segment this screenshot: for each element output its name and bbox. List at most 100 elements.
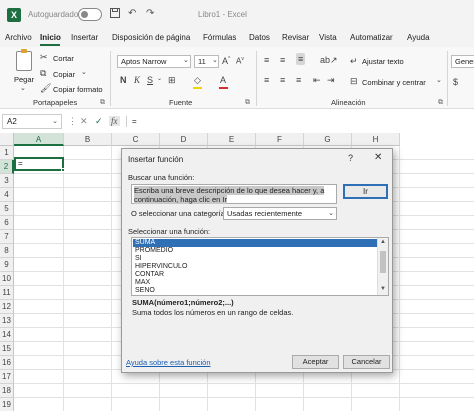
- scroll-down-icon[interactable]: ▼: [380, 286, 386, 292]
- function-list[interactable]: SUMA PROMEDIO SI HIPERVINCULO CONTAR MAX SENO …: [131, 237, 389, 296]
- tab-automatizar[interactable]: Automatizar: [350, 33, 393, 42]
- tab-insertar[interactable]: Insertar: [71, 33, 98, 42]
- paste-icon[interactable]: [16, 49, 32, 71]
- row-header-17[interactable]: 17: [0, 370, 14, 384]
- copy-button[interactable]: Copiar: [53, 70, 75, 79]
- chevron-down-icon[interactable]: ⌄: [183, 56, 189, 64]
- expand-icon[interactable]: ⧉: [245, 99, 250, 107]
- row-header-7[interactable]: 7: [0, 230, 14, 244]
- currency-icon[interactable]: $: [453, 77, 458, 87]
- decrease-font-icon[interactable]: Av: [236, 56, 244, 66]
- tab-formulas[interactable]: Fórmulas: [203, 33, 236, 42]
- align-center-icon[interactable]: ≡: [280, 75, 285, 85]
- tab-disposicion[interactable]: Disposición de página: [112, 33, 190, 42]
- row-header-15[interactable]: 15: [0, 342, 14, 356]
- fill-color-icon[interactable]: ◇: [194, 75, 201, 86]
- row-header-5[interactable]: 5: [0, 202, 14, 216]
- chevron-down-icon[interactable]: ⌄: [52, 115, 58, 128]
- function-item-hipervinculo[interactable]: HIPERVINCULO: [133, 263, 377, 271]
- function-item-seno[interactable]: SENO: [133, 287, 377, 295]
- row-header-12[interactable]: 12: [0, 300, 14, 314]
- name-box[interactable]: A2 ⌄: [2, 114, 62, 129]
- row-header-8[interactable]: 8: [0, 244, 14, 258]
- row-header-14[interactable]: 14: [0, 328, 14, 342]
- fx-icon[interactable]: fx: [109, 116, 120, 126]
- select-all-corner[interactable]: [0, 133, 14, 146]
- tab-revisar[interactable]: Revisar: [282, 33, 309, 42]
- help-icon[interactable]: ?: [348, 153, 353, 163]
- decrease-indent-icon[interactable]: ⇤: [313, 75, 321, 86]
- fill-handle[interactable]: [61, 168, 65, 172]
- category-select[interactable]: Usadas recientemente ⌄: [223, 207, 337, 220]
- chevron-down-icon[interactable]: ⌄: [157, 75, 162, 82]
- row-header-11[interactable]: 11: [0, 286, 14, 300]
- row-header-18[interactable]: 18: [0, 384, 14, 398]
- function-item-suma[interactable]: SUMA: [133, 239, 377, 247]
- function-item-promedio[interactable]: PROMEDIO: [133, 247, 377, 255]
- formula-input[interactable]: =: [128, 114, 474, 129]
- merge-icon[interactable]: ⊟: [350, 76, 358, 87]
- orientation-icon[interactable]: ab↗: [320, 55, 338, 66]
- row-header-9[interactable]: 9: [0, 258, 14, 272]
- cancel-button[interactable]: Cancelar: [343, 355, 390, 369]
- column-header-h[interactable]: H: [352, 133, 400, 146]
- bold-icon[interactable]: N: [120, 75, 127, 85]
- italic-icon[interactable]: K: [134, 75, 140, 85]
- active-cell-a2[interactable]: =: [14, 157, 65, 172]
- cancel-icon[interactable]: ✕: [80, 116, 88, 127]
- chevron-down-icon[interactable]: ⌄: [20, 84, 26, 92]
- close-icon[interactable]: ✕: [374, 152, 382, 163]
- row-header-1[interactable]: 1: [0, 146, 14, 160]
- column-header-b[interactable]: B: [64, 133, 112, 146]
- search-input[interactable]: Escriba una breve descripción de lo que …: [131, 184, 337, 204]
- align-top-icon[interactable]: ≡: [264, 55, 269, 65]
- increase-font-icon[interactable]: A^: [222, 56, 230, 66]
- ok-button[interactable]: Aceptar: [292, 355, 339, 369]
- function-item-contar[interactable]: CONTAR: [133, 271, 377, 279]
- merge-center-button[interactable]: Combinar y centrar: [362, 78, 426, 87]
- function-list-scrollbar[interactable]: ▲ ▼: [377, 238, 388, 295]
- function-item-si[interactable]: SI: [133, 255, 377, 263]
- row-header-13[interactable]: 13: [0, 314, 14, 328]
- row-header-3[interactable]: 3: [0, 174, 14, 188]
- undo-icon[interactable]: ↶: [128, 8, 136, 19]
- number-format-select[interactable]: Genera: [451, 55, 474, 68]
- redo-icon[interactable]: ↷: [146, 8, 154, 19]
- wrap-text-icon[interactable]: ↵: [350, 56, 358, 67]
- tab-inicio[interactable]: Inicio: [40, 33, 61, 42]
- column-header-c[interactable]: C: [112, 133, 160, 146]
- align-left-icon[interactable]: ≡: [264, 75, 269, 85]
- copy-icon[interactable]: ⧉: [40, 68, 46, 79]
- row-header-6[interactable]: 6: [0, 216, 14, 230]
- tab-ayuda[interactable]: Ayuda: [407, 33, 430, 42]
- tab-vista[interactable]: Vista: [319, 33, 337, 42]
- row-header-2[interactable]: 2: [0, 160, 14, 174]
- expand-icon[interactable]: ⧉: [438, 99, 443, 107]
- column-header-d[interactable]: D: [160, 133, 208, 146]
- column-header-a[interactable]: A: [14, 133, 64, 146]
- font-color-icon[interactable]: A: [220, 75, 226, 85]
- function-item-max[interactable]: MAX: [133, 279, 377, 287]
- column-header-f[interactable]: F: [256, 133, 304, 146]
- brush-icon[interactable]: 🖌: [40, 83, 51, 94]
- align-right-icon[interactable]: ≡: [296, 75, 301, 85]
- align-middle-icon[interactable]: ≡: [280, 55, 285, 65]
- scroll-up-icon[interactable]: ▲: [380, 239, 386, 245]
- font-name-select[interactable]: Aptos Narrow: [117, 55, 191, 68]
- chevron-down-icon[interactable]: ⌄: [81, 68, 87, 76]
- underline-icon[interactable]: S: [147, 75, 153, 85]
- scroll-thumb[interactable]: [380, 251, 386, 273]
- help-link[interactable]: Ayuda sobre esta función: [126, 358, 211, 367]
- enter-icon[interactable]: ✓: [95, 116, 103, 127]
- tab-datos[interactable]: Datos: [249, 33, 270, 42]
- increase-indent-icon[interactable]: ⇥: [327, 75, 335, 86]
- row-header-19[interactable]: 19: [0, 398, 14, 411]
- row-header-16[interactable]: 16: [0, 356, 14, 370]
- wrap-text-button[interactable]: Ajustar texto: [362, 57, 404, 66]
- column-header-e[interactable]: E: [208, 133, 256, 146]
- cut-button[interactable]: Cortar: [53, 54, 74, 63]
- format-painter-button[interactable]: Copiar formato: [53, 85, 103, 94]
- go-button[interactable]: Ir: [343, 184, 388, 199]
- row-header-10[interactable]: 10: [0, 272, 14, 286]
- tab-archivo[interactable]: Archivo: [5, 33, 32, 42]
